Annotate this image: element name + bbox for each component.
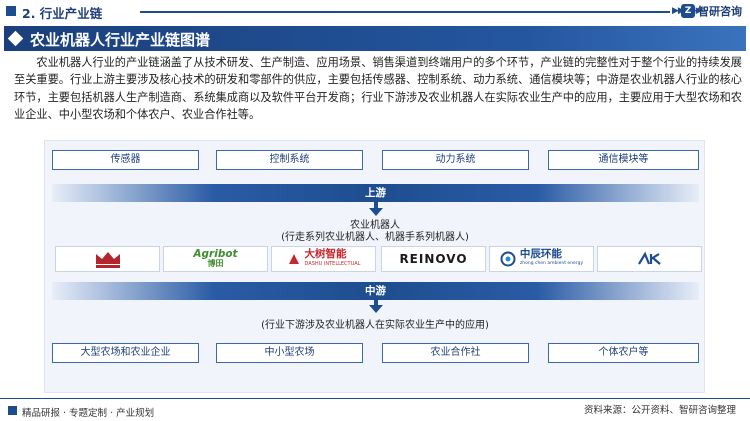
downstream-item-farmers: 个体农户等	[548, 343, 699, 363]
dashu-logo-text: 大树智能	[304, 248, 347, 260]
section-title: 2. 行业产业链	[22, 6, 103, 21]
reinovo-logo: REINOVO	[381, 246, 486, 272]
footer-marker-icon	[8, 406, 17, 415]
page-title: 农业机器人行业产业链图谱	[30, 31, 211, 49]
midstream-subtitle: (行走系列农业机器人、机器手系列机器人)	[281, 232, 469, 243]
upstream-item-control: 控制系统	[216, 150, 363, 170]
down-arrow-icon	[369, 208, 383, 216]
agribot-logo-text: Agribot	[193, 248, 238, 260]
top-bar: 2. 行业产业链 ▶▶▶▶▶ Z 智研咨询	[0, 0, 750, 22]
zhongchen-logo-sub: zhong chen ambient energy	[519, 261, 584, 266]
ak-logo	[597, 246, 702, 272]
dashu-mark-icon	[288, 254, 299, 264]
dashu-logo: 大树智能 DASHU INTELLECTUAL	[271, 246, 376, 272]
crown-icon	[95, 252, 120, 268]
brand-logo: Z 智研咨询	[681, 3, 742, 19]
midstream-title: 农业机器人	[350, 220, 400, 231]
zhongchen-logo: 中辰环能 zhong chen ambient energy	[489, 246, 594, 272]
title-bar: 农业机器人行业产业链图谱	[4, 26, 746, 51]
upstream-item-sensor: 传感器	[52, 150, 199, 170]
source-note: 资料来源：公开资料、智研咨询整理	[583, 405, 736, 416]
downstream-item-cooperatives: 农业合作社	[382, 343, 529, 363]
downstream-item-large-farms: 大型农场和农业企业	[52, 343, 199, 363]
agribot-logo: Agribot 博田	[163, 246, 268, 272]
upstream-item-comm: 通信模块等	[548, 150, 699, 170]
agribot-logo-sub: 博田	[207, 259, 224, 268]
reinovo-logo-text: REINOVO	[399, 252, 468, 266]
intro-paragraph: 农业机器人行业的产业链涵盖了从技术研发、生产制造、应用场景、销售渠道到终端用户的…	[14, 56, 742, 122]
brand-name: 智研咨询	[698, 5, 742, 18]
downstream-item-small-farms: 中小型农场	[216, 343, 363, 363]
downstream-title: (行业下游涉及农业机器人在实际农业生产中的应用)	[261, 320, 489, 331]
diamond-icon	[7, 30, 24, 47]
crown-logo	[55, 246, 160, 272]
header-rule	[140, 11, 670, 13]
brand-mark-icon: Z	[681, 4, 695, 18]
footer-tagline: 精品研报 · 专题定制 · 产业规划	[22, 408, 155, 419]
ak-mark-icon	[637, 251, 661, 265]
dashu-logo-sub: DASHU INTELLECTUAL	[304, 261, 361, 267]
zhongchen-logo-text: 中辰环能	[519, 248, 562, 260]
footer: 精品研报 · 专题定制 · 产业规划 资料来源：公开资料、智研咨询整理	[0, 398, 750, 421]
zhongchen-mark-icon	[500, 251, 516, 267]
upstream-item-power: 动力系统	[382, 150, 529, 170]
section-marker-icon	[6, 6, 16, 16]
midstream-band: 中游	[52, 282, 699, 300]
upstream-band: 上游	[52, 184, 699, 202]
down-arrow-icon	[369, 305, 383, 313]
